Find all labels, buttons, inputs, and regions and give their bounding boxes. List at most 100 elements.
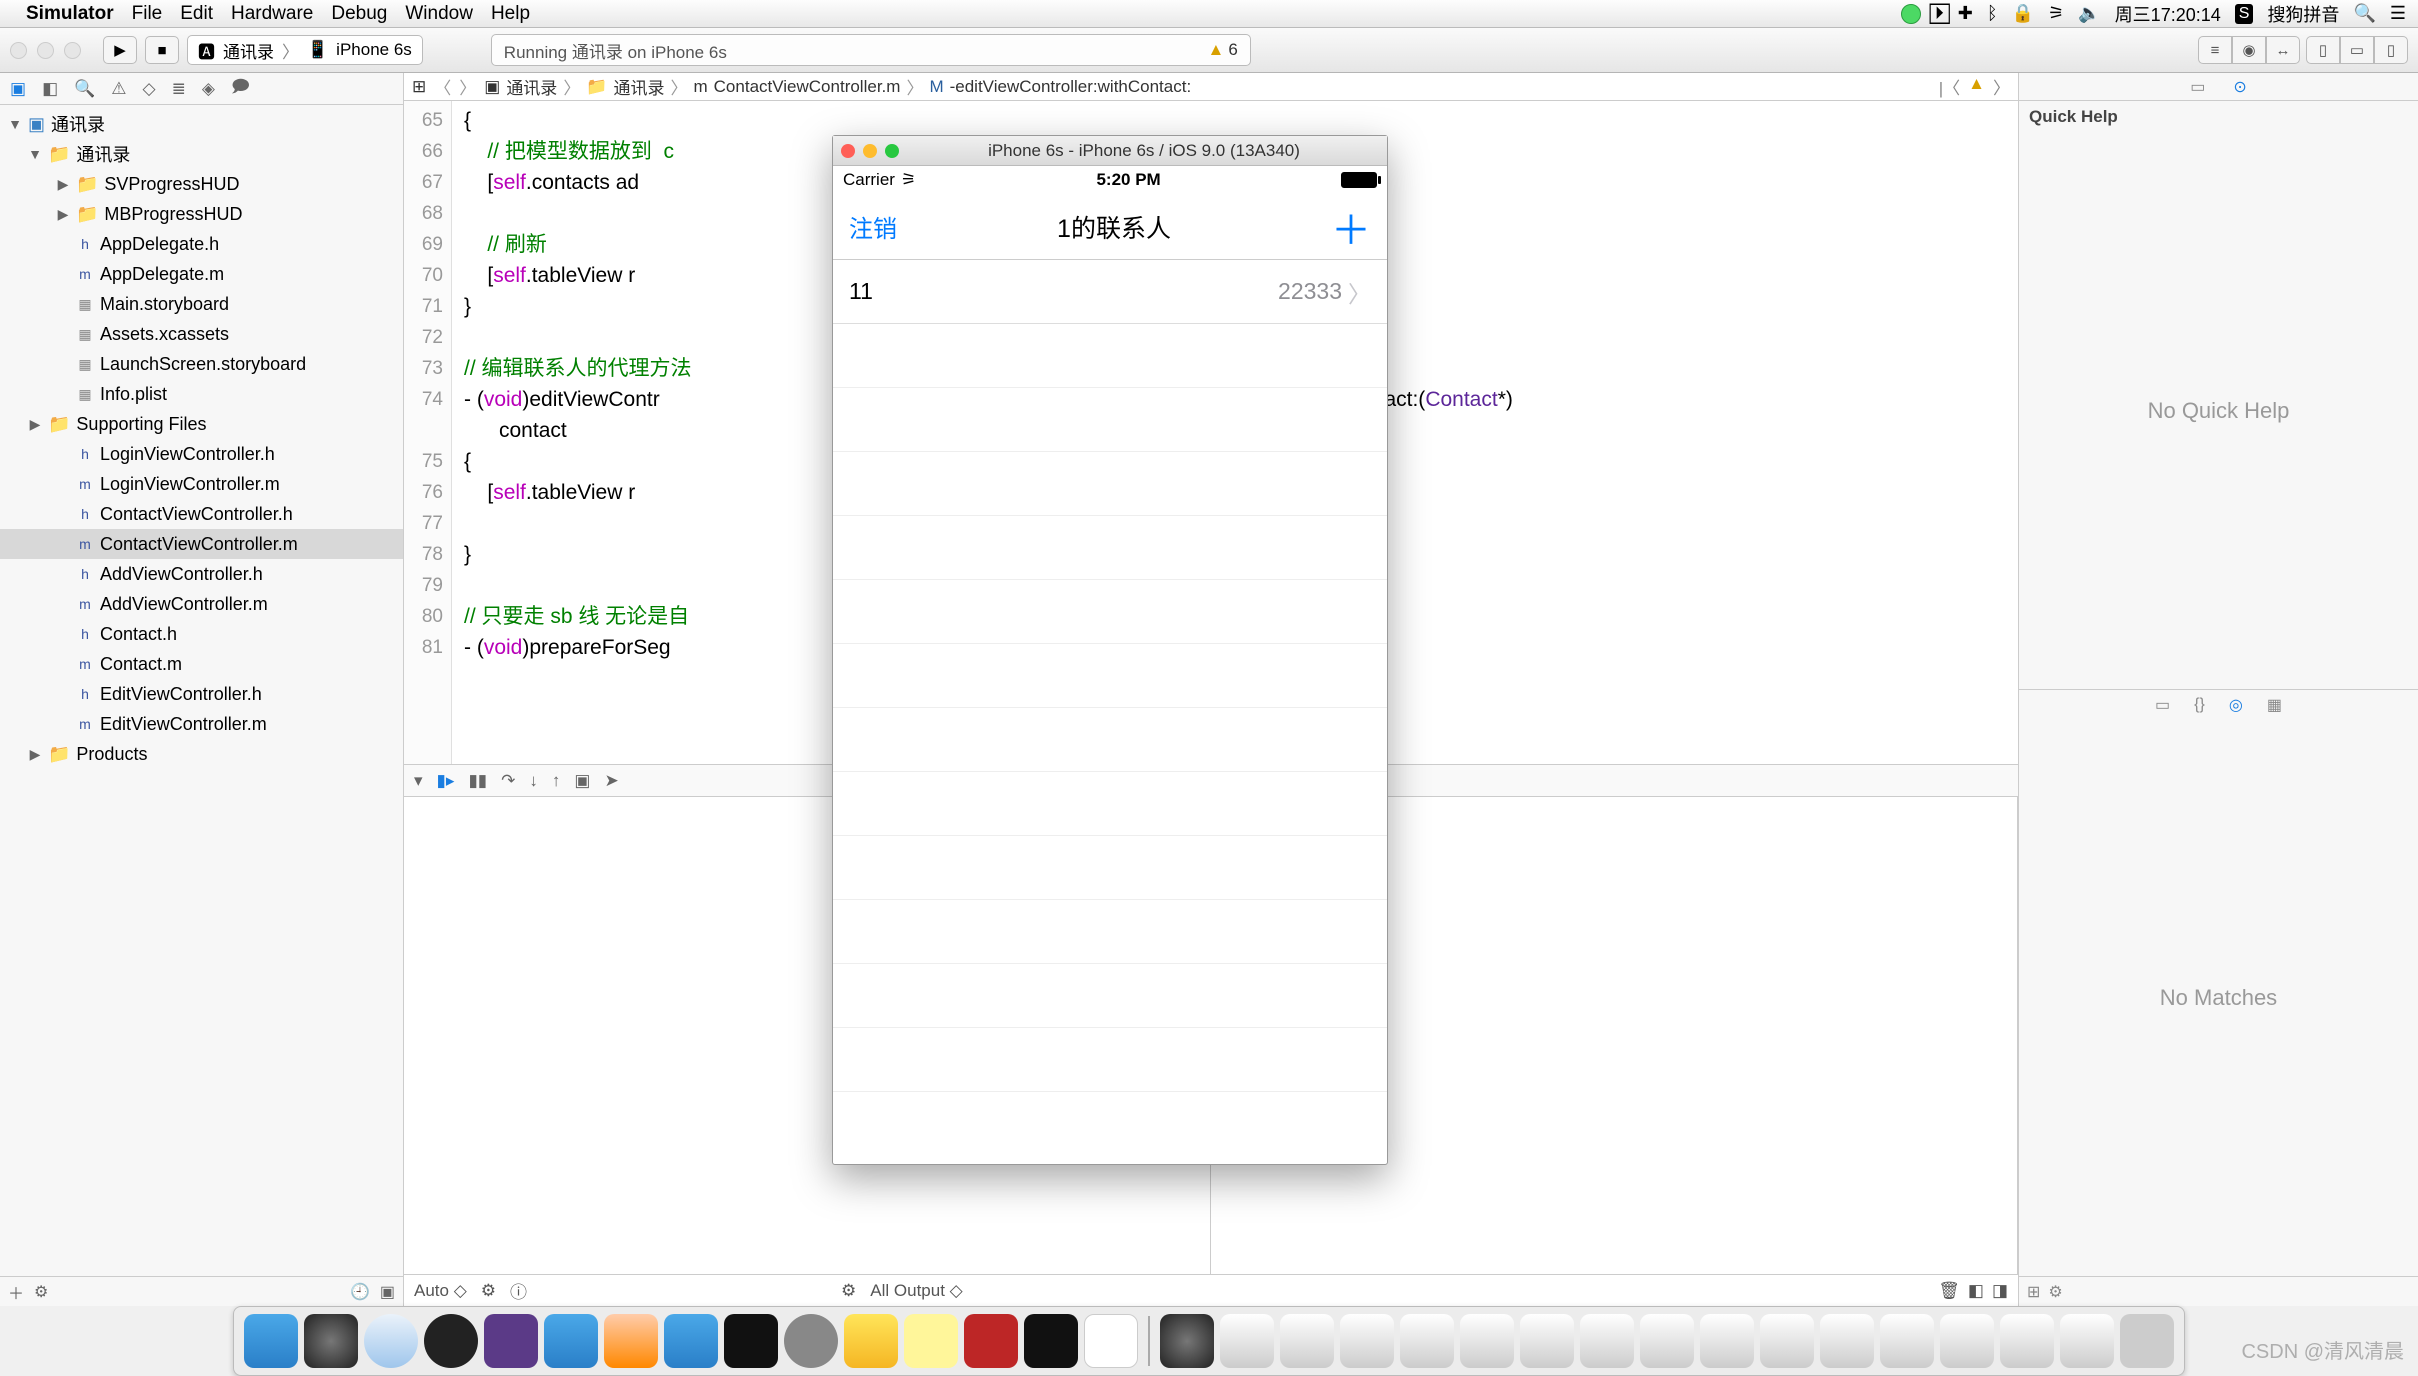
dock-minimized-window[interactable]: [2060, 1314, 2114, 1368]
dock-trash-icon[interactable]: [2120, 1314, 2174, 1368]
sogou-ime-icon[interactable]: S: [2235, 4, 2254, 24]
tree-group-supporting[interactable]: ▶📁Supporting Files: [0, 409, 403, 439]
wifi-icon[interactable]: ⚞: [2048, 3, 2064, 24]
tree-group-mbhud[interactable]: ▶📁MBProgressHUD: [0, 199, 403, 229]
tree-file-selected[interactable]: mContactViewController.m: [0, 529, 403, 559]
tree-file[interactable]: mContact.m: [0, 649, 403, 679]
dock-minimized-window[interactable]: [1160, 1314, 1214, 1368]
menu-edit[interactable]: Edit: [180, 3, 213, 25]
code-snippets-tab[interactable]: {}: [2194, 696, 2205, 714]
dock-preferences-icon[interactable]: [784, 1314, 838, 1368]
add-contact-button[interactable]: ＋: [1331, 198, 1371, 256]
dock-terminal-icon[interactable]: [724, 1314, 778, 1368]
sim-close-button[interactable]: [841, 144, 855, 158]
notification-center-icon[interactable]: ☰: [2390, 3, 2406, 24]
dock-safari-icon[interactable]: [364, 1314, 418, 1368]
dock-app-icon[interactable]: [424, 1314, 478, 1368]
tree-file[interactable]: hAddViewController.h: [0, 559, 403, 589]
nav-back-icon[interactable]: 〈: [434, 74, 451, 99]
menubar-clock[interactable]: 周三17:20:14: [2115, 1, 2221, 27]
dock-app-icon[interactable]: [664, 1314, 718, 1368]
tree-file[interactable]: ▦LaunchScreen.storyboard: [0, 349, 403, 379]
menu-file[interactable]: File: [132, 3, 163, 25]
dock-sketch-icon[interactable]: [844, 1314, 898, 1368]
toggle-inspector-button[interactable]: ▯: [2374, 36, 2408, 64]
dock-launchpad-icon[interactable]: [304, 1314, 358, 1368]
dock-minimized-window[interactable]: [1400, 1314, 1454, 1368]
file-inspector-tab[interactable]: ▭: [2190, 77, 2205, 97]
dock-notes-icon[interactable]: [904, 1314, 958, 1368]
report-navigator-tab[interactable]: 🗩: [231, 74, 250, 103]
tree-file[interactable]: mAddViewController.m: [0, 589, 403, 619]
dock-minimized-window[interactable]: [1460, 1314, 1514, 1368]
object-library-tab[interactable]: ◎: [2229, 695, 2243, 715]
editor-assistant-button[interactable]: ◉: [2232, 36, 2266, 64]
menu-help[interactable]: Help: [491, 3, 530, 25]
dock-textedit-icon[interactable]: [1084, 1314, 1138, 1368]
screen-mirror-icon[interactable]: ⏵⃞: [1935, 3, 1944, 24]
dock-minimized-window[interactable]: [1520, 1314, 1574, 1368]
breakpoints-toggle-icon[interactable]: ▮▸: [437, 771, 455, 791]
dock-minimized-window[interactable]: [1340, 1314, 1394, 1368]
tree-file[interactable]: ▦Assets.xcassets: [0, 319, 403, 349]
jump-path[interactable]: ▣通讯录〉 📁通讯录〉 mContactViewController.m〉 M-…: [484, 74, 1191, 99]
menubar-app-name[interactable]: Simulator: [26, 3, 114, 25]
view-debug-icon[interactable]: ▣: [574, 771, 590, 791]
debug-navigator-tab[interactable]: ≣: [172, 79, 186, 99]
tree-group-main[interactable]: ▼📁通讯录: [0, 139, 403, 169]
tree-file[interactable]: ▦Info.plist: [0, 379, 403, 409]
tree-file[interactable]: ▦Main.storyboard: [0, 289, 403, 319]
ime-text[interactable]: 搜狗拼音: [2267, 1, 2339, 27]
warning-badge[interactable]: ▲ 6: [1208, 40, 1238, 60]
dock-finder-icon[interactable]: [244, 1314, 298, 1368]
jumpbar-prev-icon[interactable]: |〈: [1939, 74, 1960, 99]
sim-minimize-button[interactable]: [863, 144, 877, 158]
dock-iterm-icon[interactable]: [1024, 1314, 1078, 1368]
test-navigator-tab[interactable]: ◇: [143, 79, 156, 99]
dock-minimized-window[interactable]: [1640, 1314, 1694, 1368]
dock-minimized-window[interactable]: [1820, 1314, 1874, 1368]
airdrop-icon[interactable]: ✚: [1958, 3, 1973, 24]
window-zoom-button[interactable]: [64, 42, 81, 59]
run-button[interactable]: ▶: [103, 36, 137, 64]
toggle-debug-button[interactable]: ▭: [2340, 36, 2374, 64]
lock-icon[interactable]: 🔒: [2012, 3, 2034, 24]
jumpbar-warn-icon[interactable]: ▲: [1968, 74, 1985, 99]
volume-icon[interactable]: 🔈: [2078, 3, 2100, 24]
spotlight-icon[interactable]: 🔍: [2353, 3, 2375, 24]
quick-help-tab[interactable]: ⊙: [2233, 77, 2246, 97]
dock-minimized-window[interactable]: [1580, 1314, 1634, 1368]
tree-project[interactable]: ▼▣通讯录: [0, 109, 403, 139]
tree-group-svhud[interactable]: ▶📁SVProgressHUD: [0, 169, 403, 199]
editor-version-button[interactable]: ↔: [2266, 36, 2300, 64]
jumpbar-next-icon[interactable]: 〉: [1993, 74, 2010, 99]
step-over-icon[interactable]: ↷: [501, 771, 515, 791]
continue-icon[interactable]: ▮▮: [468, 771, 487, 791]
dock-imovie-icon[interactable]: [484, 1314, 538, 1368]
tree-file[interactable]: mEditViewController.m: [0, 709, 403, 739]
window-minimize-button[interactable]: [37, 42, 54, 59]
media-library-tab[interactable]: ▦: [2267, 695, 2282, 715]
tree-file[interactable]: hEditViewController.h: [0, 679, 403, 709]
dock-minimized-window[interactable]: [1940, 1314, 1994, 1368]
window-close-button[interactable]: [10, 42, 27, 59]
find-navigator-tab[interactable]: 🔍: [74, 79, 95, 99]
tree-file[interactable]: mAppDelegate.m: [0, 259, 403, 289]
simulator-window[interactable]: iPhone 6s - iPhone 6s / iOS 9.0 (13A340)…: [832, 135, 1388, 1165]
dock-app-icon[interactable]: [604, 1314, 658, 1368]
related-items-icon[interactable]: ⊞: [412, 77, 426, 97]
breakpoint-navigator-tab[interactable]: ◈: [202, 79, 215, 99]
tree-file[interactable]: hContact.h: [0, 619, 403, 649]
dock-minimized-window[interactable]: [1880, 1314, 1934, 1368]
logout-button[interactable]: 注销: [849, 209, 897, 244]
contact-cell[interactable]: 11 22333 〉: [833, 260, 1387, 324]
dock-minimized-window[interactable]: [2000, 1314, 2054, 1368]
menu-window[interactable]: Window: [405, 3, 473, 25]
project-tree[interactable]: ▼▣通讯录 ▼📁通讯录 ▶📁SVProgressHUD ▶📁MBProgress…: [0, 105, 403, 1276]
file-templates-tab[interactable]: ▭: [2155, 695, 2170, 715]
hide-debug-icon[interactable]: ▾: [414, 771, 423, 791]
tree-file[interactable]: hLoginViewController.h: [0, 439, 403, 469]
menu-hardware[interactable]: Hardware: [231, 3, 313, 25]
scheme-selector[interactable]: 🅰 通讯录 〉 📱 iPhone 6s: [187, 35, 423, 65]
sim-zoom-button[interactable]: [885, 144, 899, 158]
